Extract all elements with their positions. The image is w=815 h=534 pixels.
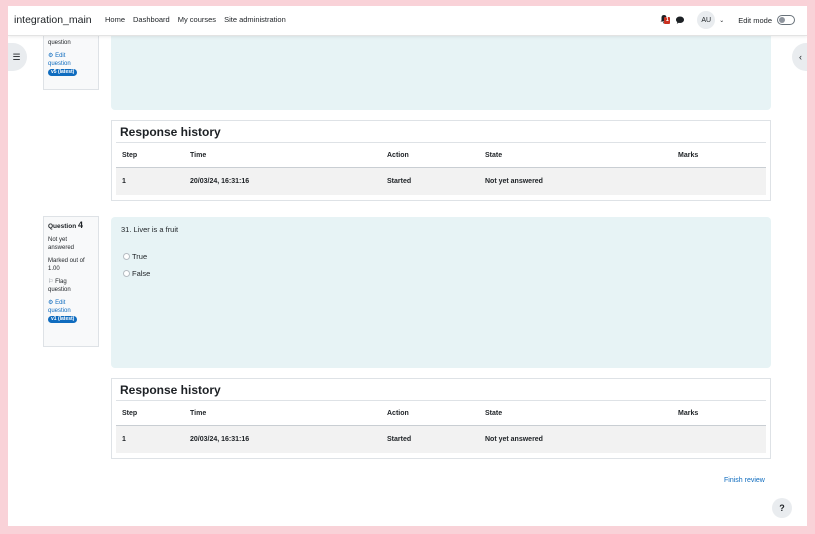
messages-icon[interactable]: [675, 15, 685, 25]
question-3-info: question ⚙ Edit question v5 (latest): [43, 36, 99, 90]
option-true[interactable]: True: [123, 252, 147, 261]
response-history-header: Step Time Action State Marks: [116, 143, 766, 168]
header-step: Step: [122, 151, 138, 159]
radio-false[interactable]: [123, 270, 130, 277]
question-4-info: Question 4 Not yet answered Marked out o…: [43, 216, 99, 347]
cell-step: 1: [122, 178, 126, 185]
option-true-label: True: [132, 252, 148, 261]
nav-dashboard[interactable]: Dashboard: [133, 15, 170, 24]
question-4-edit-label: Edit: [55, 300, 66, 306]
table-row: 1 20/03/24, 16:31:16 Started Not yet ans…: [116, 168, 766, 195]
response-history-header: Step Time Action State Marks: [116, 401, 766, 426]
header-time: Time: [190, 409, 207, 417]
option-false-label: False: [132, 269, 151, 278]
open-block-drawer-button[interactable]: ‹: [792, 43, 807, 71]
header-marks: Marks: [678, 409, 699, 417]
question-4-text: 31. Liver is a fruit: [121, 225, 179, 234]
header-action: Action: [387, 151, 409, 159]
flag-label: Flag: [55, 279, 67, 285]
cell-time: 20/03/24, 16:31:16: [190, 436, 250, 443]
cell-state: Not yet answered: [485, 178, 543, 185]
chevron-left-icon: ‹: [799, 52, 802, 62]
edit-mode-label: Edit mode: [738, 15, 772, 25]
question-4-marked-value: 1.00: [48, 266, 60, 272]
cell-state: Not yet answered: [485, 436, 543, 443]
question-4-title: Question 4: [48, 221, 94, 231]
page-frame: integration_main Home Dashboard My cours…: [8, 6, 807, 526]
header-time: Time: [190, 151, 207, 159]
table-row: 1 20/03/24, 16:31:16 Started Not yet ans…: [116, 426, 766, 453]
flag-icon: ⚐: [48, 279, 54, 285]
top-navbar: integration_main Home Dashboard My cours…: [8, 6, 807, 36]
finish-review-link[interactable]: Finish review: [724, 477, 765, 484]
response-history-title: Response history: [116, 125, 766, 143]
question-4-version-badge: v1 (latest): [48, 316, 78, 323]
response-history-title: Response history: [116, 383, 766, 401]
notifications-button[interactable]: 1: [659, 14, 671, 26]
edit-mode-toggle[interactable]: [777, 15, 795, 25]
question-4-edit-link[interactable]: ⚙ Edit: [48, 299, 94, 307]
gear-icon: ⚙: [48, 53, 54, 59]
question-4-state: Not yet: [48, 237, 68, 243]
question-3-content: [111, 36, 771, 110]
question-4-flag-label-2[interactable]: question: [48, 286, 94, 294]
nav-home[interactable]: Home: [105, 15, 125, 24]
question-4-title-prefix: Question: [48, 223, 77, 230]
header-action: Action: [387, 409, 409, 417]
nav-site-administration[interactable]: Site administration: [224, 15, 286, 24]
header-state: State: [485, 409, 503, 417]
question-4-number: 4: [77, 220, 83, 230]
nav-my-courses[interactable]: My courses: [178, 15, 216, 24]
cell-action: Started: [387, 436, 412, 443]
open-course-index-button[interactable]: ☰: [8, 43, 27, 71]
cell-action: Started: [387, 178, 412, 185]
question-4-marked-label: Marked out of: [48, 258, 85, 264]
radio-true[interactable]: [123, 253, 130, 260]
chevron-down-icon[interactable]: ⌄: [719, 17, 724, 24]
user-navigation: 1 AU ⌄ Edit mode: [659, 10, 795, 30]
question-4-content: 31. Liver is a fruit True False: [111, 217, 771, 368]
primary-navigation: Home Dashboard My courses Site administr…: [105, 15, 286, 24]
question-3-partial-label: question: [48, 40, 71, 46]
gear-icon: ⚙: [48, 300, 54, 306]
site-brand[interactable]: integration_main: [14, 14, 92, 26]
question-4-response-history: Response history Step Time Action State …: [111, 378, 771, 459]
option-false[interactable]: False: [123, 269, 150, 278]
question-3-edit-link[interactable]: ⚙ Edit: [48, 52, 94, 60]
cell-step: 1: [122, 436, 126, 443]
question-3-response-history: Response history Step Time Action State …: [111, 120, 771, 201]
user-avatar[interactable]: AU: [697, 11, 716, 29]
question-4-state-2: answered: [48, 245, 75, 251]
question-4-edit-link-label[interactable]: question: [48, 307, 94, 315]
list-icon: ☰: [12, 51, 21, 62]
header-step: Step: [122, 409, 138, 417]
question-3-edit-label: Edit: [55, 53, 66, 59]
header-state: State: [485, 151, 503, 159]
cell-time: 20/03/24, 16:31:16: [190, 178, 250, 185]
question-4-flag-button[interactable]: ⚐ Flag: [48, 278, 94, 286]
question-3-version-badge: v5 (latest): [48, 69, 78, 76]
help-button[interactable]: ?: [772, 498, 792, 518]
notification-count-badge: 1: [664, 17, 671, 24]
header-marks: Marks: [678, 151, 699, 159]
question-3-edit-link-label[interactable]: question: [48, 60, 94, 68]
